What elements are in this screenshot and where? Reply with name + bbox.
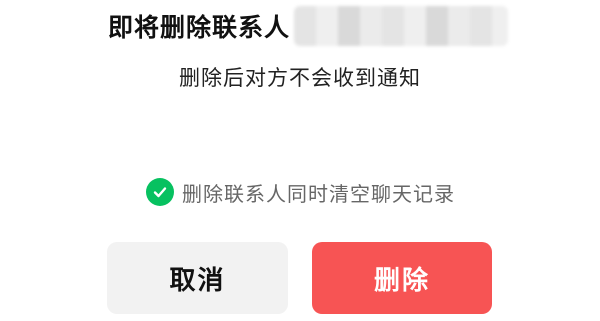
clear-history-label: 删除联系人同时清空聊天记录 (182, 181, 455, 206)
dialog-subtitle: 删除后对方不会收到通知 (179, 66, 421, 90)
clear-history-checkbox[interactable]: 删除联系人同时清空聊天记录 (146, 176, 455, 208)
dialog-title-row: 即将删除联系人 (108, 6, 509, 46)
delete-button[interactable]: 删除 (312, 242, 492, 314)
delete-contact-dialog: 即将删除联系人 删除后对方不会收到通知 删除联系人同时清空聊天记录 取消 删除 (0, 0, 600, 321)
check-circle-icon[interactable] (146, 178, 174, 206)
cancel-button[interactable]: 取消 (107, 242, 288, 314)
redacted-contact-name (294, 6, 509, 46)
dialog-title: 即将删除联系人 (108, 13, 291, 42)
